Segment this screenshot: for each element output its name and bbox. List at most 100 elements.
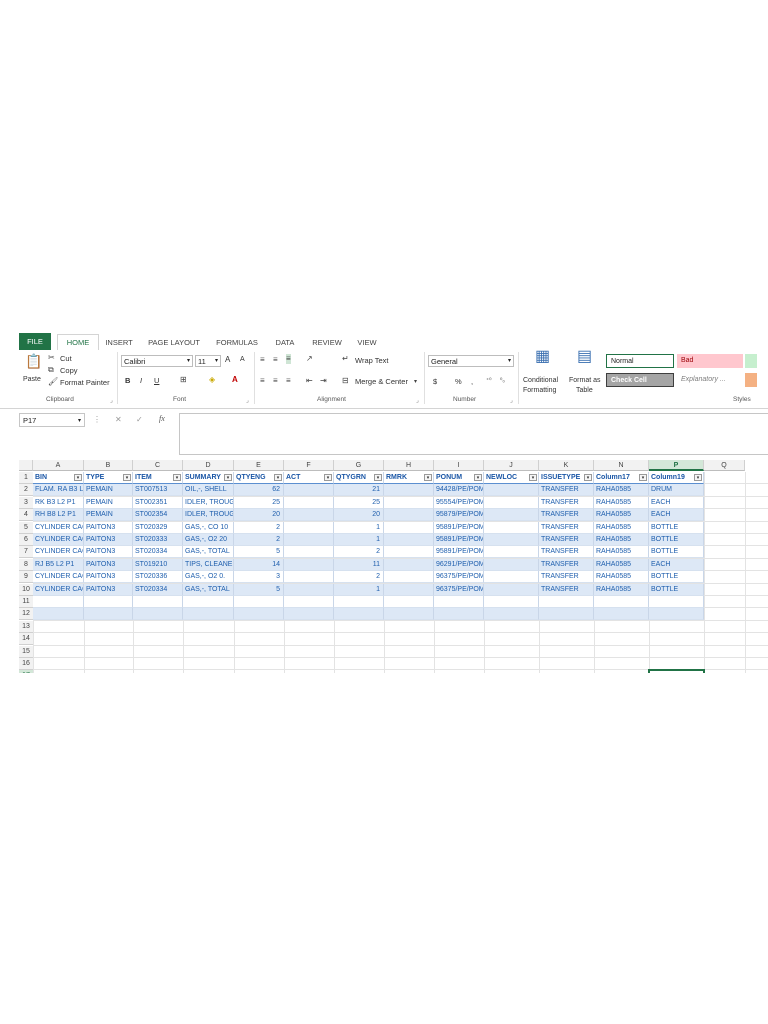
style-good-partial[interactable] [745,354,757,368]
table-cell[interactable]: RAHA0585 [594,546,649,559]
table-cell[interactable]: 3 [234,571,284,584]
column-header-d[interactable]: D [183,460,234,471]
table-cell[interactable]: 1 [334,534,384,546]
style-input-partial[interactable] [745,373,757,387]
alignment-launcher-icon[interactable]: ⌟ [416,397,419,404]
table-cell[interactable] [84,596,133,608]
table-cell[interactable]: TRANSFER [539,484,594,497]
row-header-11[interactable]: 11 [19,596,33,608]
table-cell[interactable] [384,558,434,571]
cancel-icon[interactable]: ✕ [115,415,122,425]
select-all-corner[interactable] [19,460,33,471]
table-cell[interactable] [539,596,594,608]
table-cell[interactable]: 96375/PE/POMI/25 [434,571,484,584]
table-cell[interactable]: 21 [334,484,384,497]
table-cell[interactable]: RAHA0585 [594,496,649,509]
table-cell[interactable] [284,558,334,571]
table-cell[interactable] [484,608,539,621]
tab-review[interactable]: REVIEW [307,335,347,350]
table-cell[interactable]: 95879/PE/POMI/25 [434,509,484,522]
table-cell[interactable]: CYLINDER CAGE [33,521,84,534]
row-header-4[interactable]: 4 [19,509,33,522]
table-cell[interactable] [384,546,434,559]
align-top-icon[interactable]: ≡ [260,355,265,365]
paste-icon[interactable]: 📋 [25,354,42,368]
column-header-b[interactable]: B [84,460,133,471]
style-explanatory[interactable]: Explanatory ... [677,373,743,387]
table-cell[interactable] [183,608,234,621]
table-cell[interactable] [284,596,334,608]
style-check-cell[interactable]: Check Cell [606,373,674,387]
currency-button[interactable]: $ [433,377,437,386]
row-header-16[interactable]: 16 [19,658,33,670]
table-cell[interactable]: 2 [334,571,384,584]
cut-button[interactable]: Cut [60,354,72,363]
table-cell[interactable]: BOTTLE [649,571,704,584]
table-cell[interactable]: GAS,-, O2 20 [183,534,234,546]
tab-view[interactable]: VIEW [352,335,382,350]
table-cell[interactable]: BOTTLE [649,521,704,534]
table-cell[interactable]: EACH [649,558,704,571]
align-center-icon[interactable]: ≡ [273,376,278,386]
column-header-k[interactable]: K [539,460,594,471]
table-cell[interactable] [334,608,384,621]
tab-page-layout[interactable]: PAGE LAYOUT [143,335,205,350]
table-cell[interactable]: PAITON3 [84,558,133,571]
fill-color-icon[interactable]: ◈ [209,375,215,385]
row-header-3[interactable]: 3 [19,496,33,509]
table-cell[interactable]: DRUM [649,484,704,497]
table-cell[interactable]: 1 [334,521,384,534]
column-header-j[interactable]: J [484,460,539,471]
table-cell[interactable]: 96291/PE/POMI/25 [434,558,484,571]
table-cell[interactable]: 20 [334,509,384,522]
tab-data[interactable]: DATA [269,335,301,350]
filter-dropdown-icon[interactable]: ▾ [374,474,382,481]
increase-decimal-icon[interactable]: ⁺⁰ [486,376,492,386]
table-cell[interactable]: GAS,-, TOTAL [183,583,234,596]
filter-dropdown-icon[interactable]: ▾ [639,474,647,481]
table-cell[interactable]: TIPS, CLEANER [183,558,234,571]
table-cell[interactable]: TRANSFER [539,534,594,546]
column-header-h[interactable]: H [384,460,434,471]
filter-dropdown-icon[interactable]: ▾ [173,474,181,481]
insert-function-icon[interactable]: fx [159,414,165,424]
table-cell[interactable] [484,558,539,571]
table-cell[interactable] [484,496,539,509]
filter-dropdown-icon[interactable]: ▾ [424,474,432,481]
table-cell[interactable]: ST002354 [133,509,183,522]
filter-dropdown-icon[interactable]: ▾ [474,474,482,481]
decrease-decimal-icon[interactable]: ⁰₀ [500,376,505,386]
table-cell[interactable]: PAITON3 [84,571,133,584]
table-cell[interactable]: PEMAIN [84,509,133,522]
table-cell[interactable] [384,596,434,608]
table-cell[interactable] [334,596,384,608]
copy-button[interactable]: Copy [60,366,78,375]
table-cell[interactable] [33,608,84,621]
table-cell[interactable]: PEMAIN [84,496,133,509]
row-header-2[interactable]: 2 [19,484,33,497]
column-header-c[interactable]: C [133,460,183,471]
table-cell[interactable] [284,521,334,534]
style-bad[interactable]: Bad [677,354,743,368]
table-cell[interactable]: IDLER, TROUGH [183,496,234,509]
table-cell[interactable] [384,521,434,534]
table-cell[interactable]: 11 [334,558,384,571]
grow-font-button[interactable]: A [225,355,230,364]
active-cell-selection[interactable] [648,669,705,673]
table-cell[interactable] [284,583,334,596]
table-cell[interactable] [33,596,84,608]
table-cell[interactable]: RH B8 L2 P1 [33,509,84,522]
column-header-g[interactable]: G [334,460,384,471]
table-cell[interactable] [594,608,649,621]
table-cell[interactable]: RAHA0585 [594,521,649,534]
table-cell[interactable] [434,596,484,608]
table-cell[interactable]: FLAM. RA B3 L2 [33,484,84,497]
table-cell[interactable]: RJ B5 L2 P1 [33,558,84,571]
table-cell[interactable] [384,496,434,509]
table-cell[interactable] [539,608,594,621]
table-cell[interactable] [183,596,234,608]
table-cell[interactable]: OIL,-, SHELL [183,484,234,497]
decrease-indent-icon[interactable]: ⇤ [306,376,313,386]
table-cell[interactable]: CYLINDER CAGE [33,583,84,596]
column-header-p[interactable]: P [649,460,704,471]
